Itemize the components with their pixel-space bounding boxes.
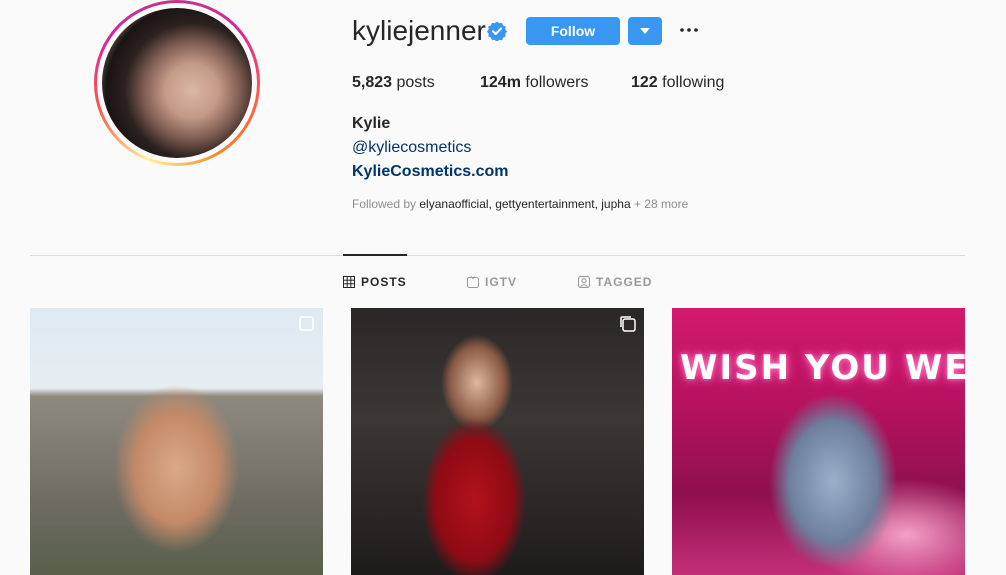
- posts-count-label: posts: [396, 74, 435, 91]
- posts-count-value: 5,823: [352, 74, 393, 91]
- following-count-value: 122: [631, 74, 658, 91]
- profile-full-name: Kylie: [352, 115, 391, 132]
- website-link[interactable]: KylieCosmetics.com: [352, 163, 509, 181]
- igtv-icon: [467, 276, 479, 288]
- followed-by[interactable]: Followed by elyanaofficial, gettyenterta…: [352, 197, 688, 211]
- post-tile[interactable]: [351, 308, 644, 575]
- multi-post-icon: [299, 316, 314, 331]
- tab-posts-label: POSTS: [361, 275, 407, 289]
- followers-count-value: 124m: [480, 74, 521, 91]
- ellipsis-icon: [680, 28, 698, 32]
- tab-igtv-label: IGTV: [485, 275, 518, 289]
- profile-username: kyliejenner: [352, 15, 486, 46]
- more-options-button[interactable]: [678, 16, 700, 44]
- post-tile[interactable]: WISH YOU WERE: [672, 308, 965, 575]
- avatar-border: [97, 3, 257, 163]
- follow-button[interactable]: Follow: [526, 17, 620, 45]
- tabs-divider: [30, 255, 965, 256]
- tab-tagged-label: TAGGED: [596, 275, 653, 289]
- neon-sign-text: WISH YOU WERE: [680, 348, 965, 388]
- caret-down-icon: [640, 28, 650, 34]
- suggested-dropdown-button[interactable]: [628, 17, 662, 45]
- followed-by-more: + 28 more: [633, 197, 689, 211]
- active-tab-indicator: [343, 254, 407, 256]
- profile-avatar[interactable]: [94, 0, 260, 166]
- posts-count: 5,823 posts: [352, 74, 435, 92]
- tab-tagged[interactable]: TAGGED: [578, 275, 652, 289]
- verified-badge-icon: [487, 21, 507, 41]
- followed-by-prefix: Followed by: [352, 197, 417, 211]
- followers-count[interactable]: 124m followers: [480, 74, 589, 92]
- avatar-photo: [102, 8, 252, 158]
- tab-posts[interactable]: POSTS: [343, 275, 407, 289]
- grid-icon: [343, 276, 355, 288]
- following-count-label: following: [662, 74, 725, 91]
- bio-mention-link[interactable]: @kyliecosmetics: [352, 139, 471, 157]
- multi-post-icon: [620, 316, 636, 332]
- followed-by-names: elyanaofficial, gettyentertainment, juph…: [419, 197, 631, 211]
- tagged-icon: [578, 276, 590, 288]
- following-count[interactable]: 122 following: [631, 74, 724, 92]
- tab-igtv[interactable]: IGTV: [467, 275, 517, 289]
- post-tile[interactable]: [30, 308, 323, 575]
- followers-count-label: followers: [525, 74, 589, 91]
